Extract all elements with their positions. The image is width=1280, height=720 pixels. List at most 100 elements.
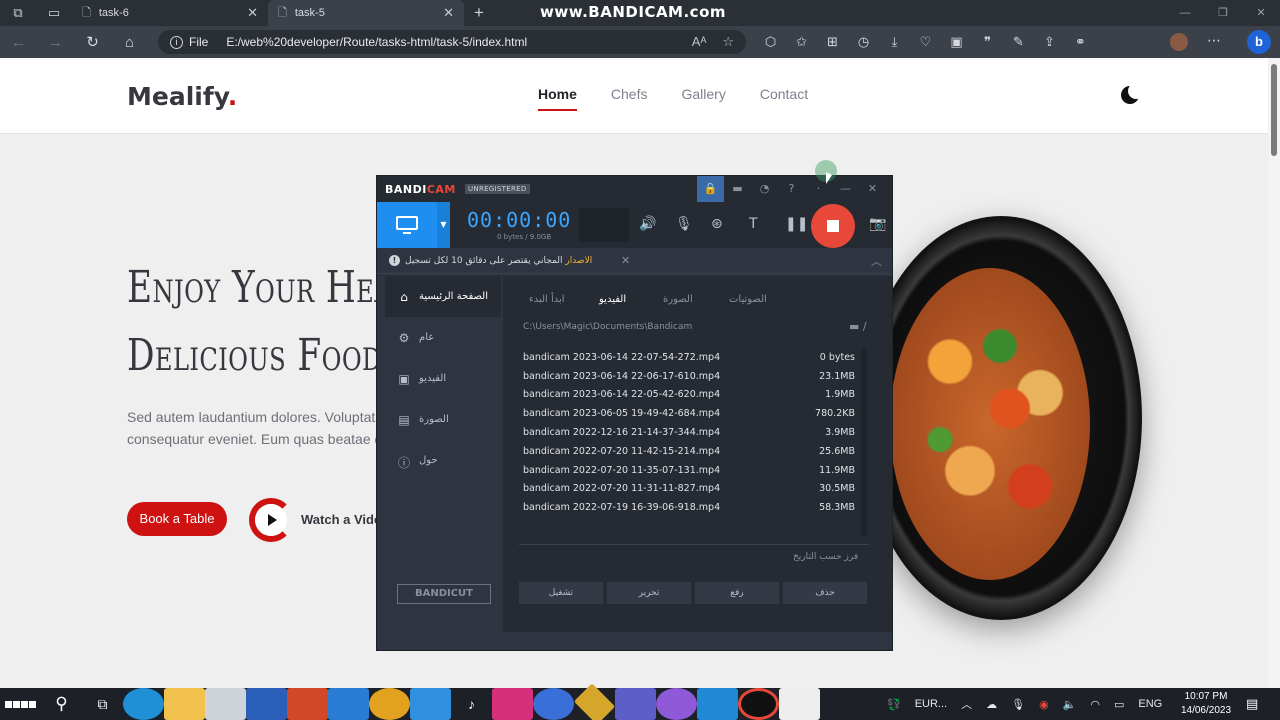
word-icon[interactable] bbox=[246, 688, 287, 720]
workspaces-icon[interactable]: ⧉ bbox=[0, 0, 36, 26]
list-item[interactable]: bandicam 2022-07-20 11-42-15-214.mp4 25.6… bbox=[523, 442, 855, 461]
downloads-icon[interactable]: ⤓ bbox=[879, 34, 910, 50]
wifi-icon[interactable]: ◠ bbox=[1090, 698, 1100, 711]
camera-icon[interactable]: 📷 bbox=[869, 216, 886, 232]
volume-icon[interactable]: 🔈 bbox=[1063, 698, 1077, 711]
chevron-down-icon[interactable]: ▼ bbox=[437, 202, 450, 248]
list-item[interactable]: bandicam 2022-07-19 16-39-06-918.mp4 58.3… bbox=[523, 498, 855, 517]
list-item[interactable]: bandicam 2022-07-20 11-35-07-131.mp4 11.9… bbox=[523, 461, 855, 480]
notifications-icon[interactable]: ▤ bbox=[1246, 696, 1258, 712]
sidebar-item-about[interactable]: ⓘ حول bbox=[385, 440, 501, 481]
task-view-icon[interactable]: ⧉ bbox=[82, 688, 123, 720]
favorites-icon[interactable]: ✩ bbox=[786, 34, 817, 50]
tab-video[interactable]: الفيديو bbox=[599, 294, 626, 305]
screen-mode-button[interactable] bbox=[377, 202, 437, 248]
list-item[interactable]: bandicam 2023-06-05 19-49-42-684.mp4 780.… bbox=[523, 404, 855, 423]
chrome-icon[interactable] bbox=[369, 688, 410, 720]
vscode-icon[interactable] bbox=[697, 688, 738, 720]
cloud-icon[interactable]: ☁ bbox=[986, 698, 997, 711]
folder-icon[interactable]: ▬ bbox=[724, 176, 751, 202]
delete-button[interactable]: حذف bbox=[783, 582, 867, 604]
maximize-icon[interactable]: ❐ bbox=[1204, 0, 1242, 26]
history-icon[interactable]: ◷ bbox=[848, 34, 879, 50]
chevron-up-icon[interactable]: ︿ bbox=[961, 696, 972, 712]
language-indicator[interactable]: ENG bbox=[1138, 698, 1162, 710]
favorite-star-icon[interactable]: ☆ bbox=[722, 34, 734, 50]
refresh-icon[interactable]: ↻ bbox=[74, 33, 111, 51]
edit-icon[interactable]: ✎ bbox=[1003, 34, 1034, 50]
microphone-icon[interactable]: 🎙 bbox=[675, 216, 693, 232]
upload-button[interactable]: رفع bbox=[695, 582, 779, 604]
list-item[interactable]: bandicam 2022-12-16 21-14-37-344.mp4 3.9M… bbox=[523, 423, 855, 442]
performance-icon[interactable]: ♡ bbox=[910, 34, 941, 50]
extensions-icon[interactable]: ⬡ bbox=[755, 34, 786, 50]
info-icon[interactable]: i bbox=[170, 35, 183, 49]
help-icon[interactable]: ? bbox=[778, 176, 805, 202]
bandicam-taskbar-icon[interactable] bbox=[738, 688, 779, 720]
list-item[interactable]: bandicam 2023-06-14 22-05-42-620.mp4 1.9M… bbox=[523, 386, 855, 405]
bing-icon[interactable]: b bbox=[1247, 30, 1271, 54]
scroll-thumb[interactable] bbox=[1271, 64, 1277, 156]
close-tab-icon[interactable]: ✕ bbox=[247, 5, 258, 21]
quote-icon[interactable]: ❞ bbox=[972, 34, 1003, 50]
list-item[interactable]: bandicam 2023-06-14 22-07-54-272.mp4 0 by… bbox=[523, 348, 855, 367]
mic-tray-icon[interactable]: 🎙 bbox=[1011, 698, 1025, 711]
chatgpt-icon[interactable] bbox=[533, 688, 574, 720]
currency-icon[interactable]: 💱 bbox=[887, 698, 901, 711]
chevron-up-icon[interactable]: ︿ bbox=[871, 253, 882, 269]
tab-actions-icon[interactable]: ▭ bbox=[36, 0, 72, 26]
puzzle-icon[interactable]: ⚭ bbox=[1065, 34, 1096, 50]
minimize-icon[interactable]: — bbox=[1166, 0, 1204, 26]
start-button[interactable] bbox=[0, 688, 41, 720]
stop-record-button[interactable] bbox=[811, 204, 855, 248]
speaker-icon[interactable]: 🔊 bbox=[639, 216, 656, 232]
notice-link[interactable]: الاصدار bbox=[565, 256, 592, 266]
nav-home[interactable]: Home bbox=[538, 86, 577, 111]
back-icon[interactable]: ← bbox=[0, 34, 37, 51]
tab-image[interactable]: الصورة bbox=[663, 294, 693, 305]
page-scrollbar[interactable] bbox=[1268, 58, 1280, 688]
git-icon[interactable] bbox=[573, 683, 616, 720]
cursor-effect-icon[interactable]: ⊛ bbox=[711, 216, 723, 232]
pause-icon[interactable]: ❚❚ bbox=[785, 216, 808, 232]
share-icon[interactable]: ⇪ bbox=[1034, 34, 1065, 50]
sidebar-item-general[interactable]: ⚙ عام bbox=[385, 317, 501, 358]
currency-widget[interactable]: EUR... bbox=[915, 698, 947, 710]
close-tab-icon[interactable]: ✕ bbox=[443, 5, 454, 21]
webcam-icon[interactable] bbox=[579, 208, 629, 242]
store-icon[interactable] bbox=[205, 688, 246, 720]
tab-task-6[interactable]: 🗋 task-6 ✕ bbox=[72, 0, 268, 26]
dark-mode-moon-icon[interactable] bbox=[1121, 83, 1144, 104]
new-tab-button[interactable]: + bbox=[464, 3, 494, 23]
sidebar-item-video[interactable]: ▣ الفيديو bbox=[385, 358, 501, 399]
more-menu-icon[interactable]: ⋯ bbox=[1207, 32, 1221, 49]
list-item[interactable]: bandicam 2023-06-14 22-06-17-610.mp4 23.1… bbox=[523, 367, 855, 386]
file-explorer-icon[interactable] bbox=[164, 688, 205, 720]
tab-getting-started[interactable]: ابدأ البدء bbox=[529, 294, 565, 305]
battery-icon[interactable]: ▭ bbox=[1114, 698, 1124, 711]
minimize-icon[interactable]: — bbox=[832, 176, 859, 202]
read-aloud-icon[interactable]: Aᴬ bbox=[692, 34, 707, 50]
address-bar[interactable]: i File E:/web%20developer/Route/tasks-ht… bbox=[158, 30, 746, 54]
tiktok-icon[interactable]: ♪ bbox=[451, 688, 492, 720]
bandicut-button[interactable]: BANDICUT bbox=[397, 584, 491, 604]
sidebar-item-image[interactable]: ▤ الصورة bbox=[385, 399, 501, 440]
nav-gallery[interactable]: Gallery bbox=[681, 86, 725, 102]
play-button[interactable]: تشغيل bbox=[519, 582, 603, 604]
taskbar-clock[interactable]: 10:07 PM 14/06/2023 bbox=[1176, 690, 1236, 718]
bandicam-titlebar[interactable]: BANDICAM UNREGISTERED 🔒 ▬ ◔ ? · — ✕ bbox=[377, 176, 892, 202]
instagram-icon[interactable] bbox=[492, 688, 533, 720]
collections-icon[interactable]: ⊞ bbox=[817, 34, 848, 50]
sidebar-item-home[interactable]: ⌂ الصفحة الرئيسية bbox=[385, 276, 501, 317]
app-icon[interactable] bbox=[410, 688, 451, 720]
file-list-scrollbar[interactable] bbox=[861, 348, 867, 536]
profile-avatar[interactable] bbox=[1170, 33, 1188, 51]
watch-video-link[interactable]: Watch a Vide bbox=[301, 512, 381, 527]
close-window-icon[interactable]: ✕ bbox=[1242, 0, 1280, 26]
text-overlay-icon[interactable]: T bbox=[749, 216, 758, 232]
url-text[interactable]: E:/web%20developer/Route/tasks-html/task… bbox=[226, 35, 527, 49]
list-item[interactable]: bandicam 2022-07-20 11-31-11-827.mp4 30.5… bbox=[523, 480, 855, 499]
github-icon[interactable] bbox=[656, 688, 697, 720]
edit-button[interactable]: تحرير bbox=[607, 582, 691, 604]
tab-audio[interactable]: الصوتيات bbox=[729, 294, 767, 305]
